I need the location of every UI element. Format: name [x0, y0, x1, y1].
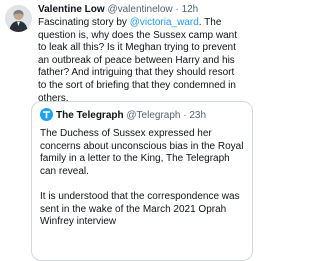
mention-link[interactable]: @victoria_ward	[130, 17, 199, 28]
tweet-text-intro: Fascinating story by	[38, 17, 130, 28]
quoted-author-handle[interactable]: @Telegraph	[126, 110, 180, 121]
header-separator: ·	[175, 4, 179, 15]
quoted-tweet-text: The Duchess of Sussex expressed her conc…	[40, 128, 246, 229]
quoted-paragraph: The Duchess of Sussex expressed her conc…	[40, 128, 244, 177]
author-name[interactable]: Valentine Low	[38, 4, 105, 15]
tweet-text: Fascinating story by @victoria_ward. The…	[38, 17, 238, 105]
quoted-tweet-card[interactable]: The Telegraph @Telegraph · 23h The Duche…	[31, 101, 253, 261]
quoted-tweet-header: The Telegraph @Telegraph · 23h	[40, 108, 206, 122]
tweet-header: Valentine Low @valentinelow · 12h	[38, 3, 238, 16]
tweet[interactable]: Valentine Low @valentinelow · 12h Fascin…	[0, 0, 253, 261]
tweet-text-rest: . The question is, why does the Sussex c…	[38, 17, 237, 104]
author-avatar[interactable]	[5, 5, 32, 32]
author-handle[interactable]: @valentinelow	[107, 4, 172, 15]
quoted-header-separator: ·	[183, 110, 187, 121]
tweet-timestamp[interactable]: 12h	[182, 4, 199, 15]
avatar-photo-icon	[5, 5, 32, 32]
quoted-author-name[interactable]: The Telegraph	[56, 110, 124, 121]
telegraph-logo-icon	[40, 108, 53, 121]
quoted-tweet-timestamp[interactable]: 23h	[189, 110, 206, 121]
quoted-paragraph: It is understood that the correspondence…	[40, 190, 240, 228]
